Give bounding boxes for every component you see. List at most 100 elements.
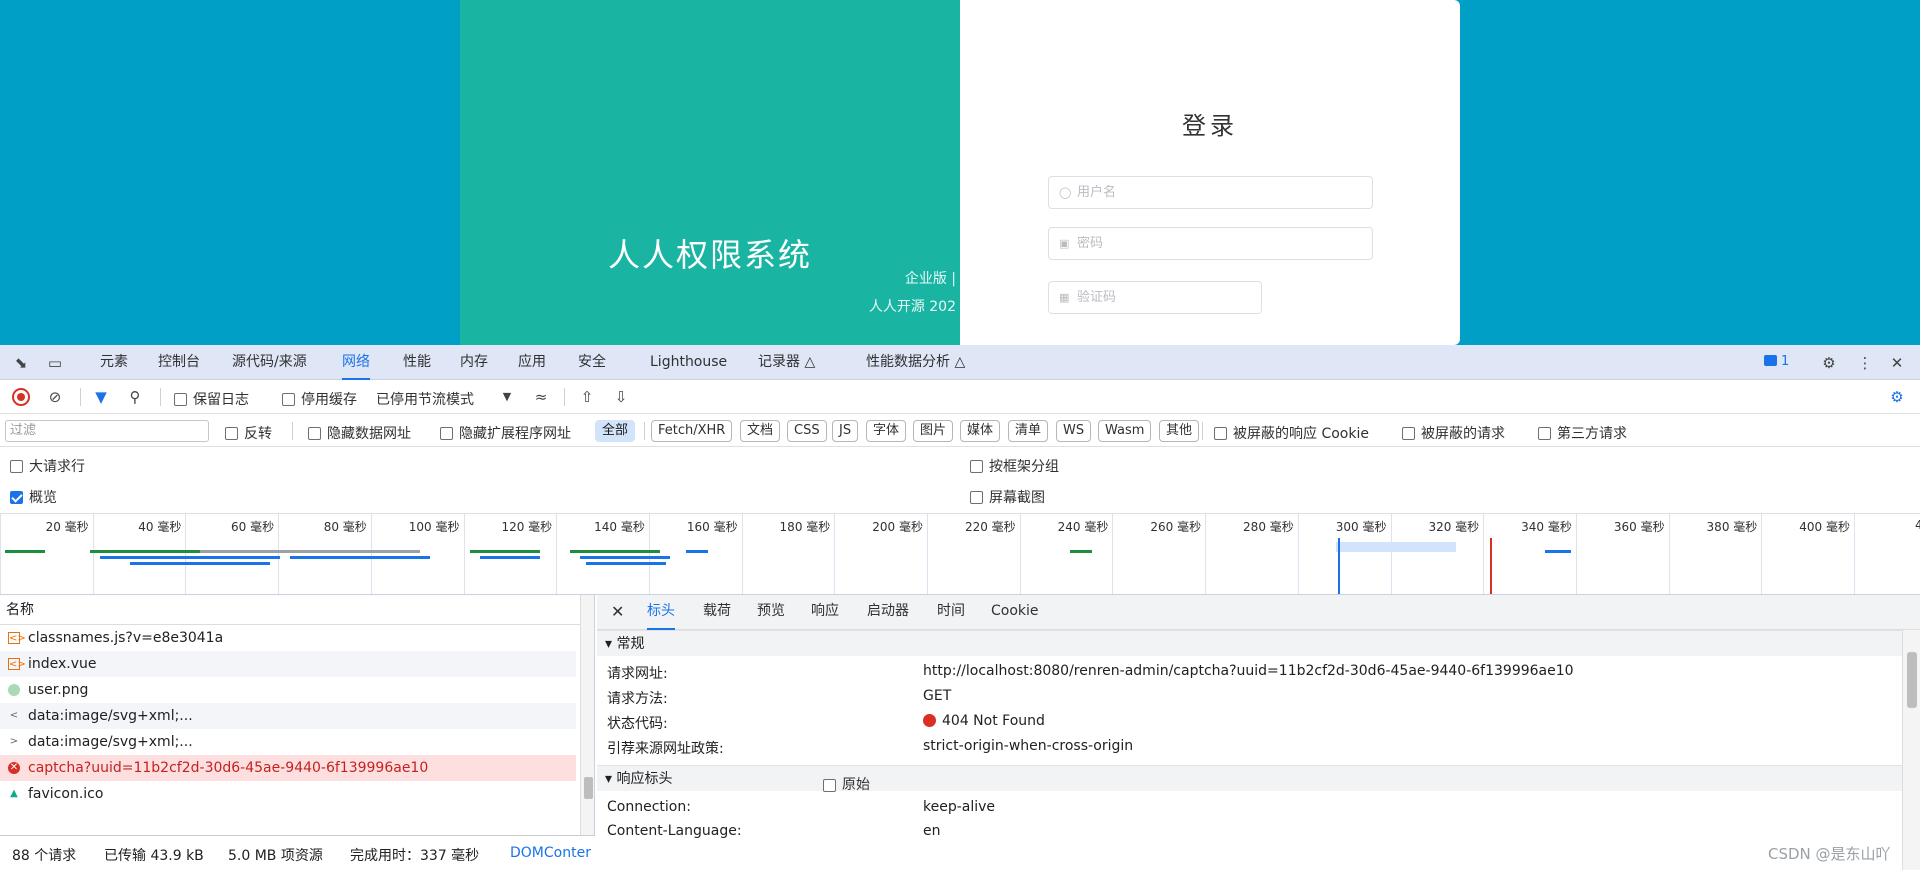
invert-checkbox[interactable]: 反转 xyxy=(225,423,272,443)
checkbox-box[interactable] xyxy=(225,426,238,440)
tab-memory[interactable]: 内存 xyxy=(460,345,488,380)
table-row[interactable]: <> index.vue xyxy=(0,651,576,677)
network-conditions-icon[interactable]: ≈ xyxy=(532,388,550,406)
password-input[interactable] xyxy=(1077,236,1317,251)
tab-initiator[interactable]: 启动器 xyxy=(867,595,909,630)
raw-headers-checkbox[interactable]: 原始 xyxy=(823,772,870,798)
tab-recorder[interactable]: 记录器 △ xyxy=(758,345,815,380)
checkbox-box[interactable] xyxy=(282,392,295,406)
timeline-bar xyxy=(570,550,660,553)
big-request-rows-checkbox[interactable]: 大请求行 xyxy=(10,456,85,476)
password-field[interactable]: ▣ xyxy=(1048,227,1373,260)
filter-chip-other[interactable]: 其他 xyxy=(1159,420,1200,442)
captcha-field[interactable]: ▦ xyxy=(1048,281,1262,314)
filter-chip-font[interactable]: 字体 xyxy=(866,420,907,442)
search-icon[interactable]: ⚲ xyxy=(126,388,144,406)
filter-chip-media[interactable]: 媒体 xyxy=(960,420,1001,442)
device-toolbar-icon[interactable]: ▭ xyxy=(46,354,64,372)
filter-chip-js[interactable]: JS xyxy=(832,420,859,442)
scrollbar-thumb[interactable] xyxy=(1907,652,1917,708)
checkbox-box[interactable] xyxy=(1538,426,1551,440)
header-value: en xyxy=(923,823,941,839)
timeline-tick-label: 340 毫秒 xyxy=(1521,520,1572,534)
clear-icon[interactable]: ⊘ xyxy=(46,388,64,406)
chevron-down-icon[interactable]: ▼ xyxy=(498,388,516,406)
tab-application[interactable]: 应用 xyxy=(518,345,546,380)
checkbox-box[interactable] xyxy=(823,778,836,792)
table-row[interactable]: <> classnames.js?v=e8e3041a xyxy=(0,625,576,651)
table-row[interactable]: user.png xyxy=(0,677,576,703)
column-header-name[interactable]: 名称 xyxy=(0,595,580,625)
import-har-icon[interactable]: ⇧ xyxy=(578,388,596,406)
table-row[interactable]: ✕ captcha?uuid=11b2cf2d-30d6-45ae-9440-6f… xyxy=(0,755,576,781)
tab-cookies[interactable]: Cookie xyxy=(991,595,1039,630)
throttling-select[interactable]: 已停用节流模式 xyxy=(376,389,474,409)
record-button[interactable] xyxy=(12,388,30,406)
screenshots-checkbox[interactable]: 屏幕截图 xyxy=(970,487,1045,507)
checkbox-box[interactable] xyxy=(308,426,321,440)
response-headers-section-header[interactable]: ▾ 响应标头 原始 xyxy=(597,765,1902,793)
export-har-icon[interactable]: ⇩ xyxy=(612,388,630,406)
disable-cache-checkbox[interactable]: 停用缓存 xyxy=(282,389,357,409)
list-scrollbar[interactable] xyxy=(580,595,594,835)
filter-chip-fetch-xhr[interactable]: Fetch/XHR xyxy=(651,420,733,442)
filter-chip-wasm[interactable]: Wasm xyxy=(1098,420,1152,442)
filter-icon[interactable]: ▼ xyxy=(92,388,110,406)
detail-scrollbar[interactable] xyxy=(1902,630,1920,870)
filter-chip-css[interactable]: CSS xyxy=(787,420,827,442)
preserve-log-checkbox[interactable]: 保留日志 xyxy=(174,389,249,409)
overview-checkbox[interactable]: 概览 xyxy=(10,487,57,507)
third-party-checkbox[interactable]: 第三方请求 xyxy=(1538,423,1627,443)
close-detail-icon[interactable]: ✕ xyxy=(611,595,624,630)
checkbox-box[interactable] xyxy=(1402,426,1415,440)
tab-headers[interactable]: 标头 xyxy=(647,595,675,630)
filter-chip-manifest[interactable]: 清单 xyxy=(1008,420,1049,442)
tab-network[interactable]: 网络 xyxy=(342,345,370,380)
captcha-input[interactable] xyxy=(1077,290,1237,305)
table-row[interactable]: ▲ favicon.ico xyxy=(0,781,576,807)
tab-response[interactable]: 响应 xyxy=(811,595,839,630)
tab-sources[interactable]: 源代码/来源 xyxy=(232,345,307,380)
checkbox-box[interactable] xyxy=(10,490,23,504)
overview-timeline[interactable]: 42 400 毫秒 380 毫秒 360 毫秒 340 毫秒 320 毫秒 300 毫秒 28… xyxy=(0,513,1920,595)
tab-timing[interactable]: 时间 xyxy=(937,595,965,630)
hide-extension-urls-checkbox[interactable]: 隐藏扩展程序网址 xyxy=(440,423,571,443)
checkbox-box[interactable] xyxy=(970,490,983,504)
tab-preview[interactable]: 预览 xyxy=(757,595,785,630)
tab-performance-insights[interactable]: 性能数据分析 △ xyxy=(866,345,965,380)
tab-payload[interactable]: 载荷 xyxy=(703,595,731,630)
tab-elements[interactable]: 元素 xyxy=(100,345,128,380)
more-options-icon[interactable]: ⋮ xyxy=(1856,354,1874,372)
messages-badge[interactable]: 1 xyxy=(1764,354,1789,369)
tab-performance[interactable]: 性能 xyxy=(403,345,431,380)
checkbox-box[interactable] xyxy=(440,426,453,440)
blocked-cookies-checkbox[interactable]: 被屏蔽的响应 Cookie xyxy=(1214,423,1369,443)
tab-console[interactable]: 控制台 xyxy=(158,345,200,380)
group-by-frame-checkbox[interactable]: 按框架分组 xyxy=(970,456,1059,476)
table-row[interactable]: > data:image/svg+xml;... xyxy=(0,729,576,755)
filter-chip-doc[interactable]: 文档 xyxy=(740,420,781,442)
table-row[interactable]: < data:image/svg+xml;... xyxy=(0,703,576,729)
checkbox-box[interactable] xyxy=(174,392,187,406)
scrollbar-thumb[interactable] xyxy=(584,777,593,799)
username-field[interactable]: ◯ xyxy=(1048,176,1373,209)
general-section-header[interactable]: ▾ 常规 xyxy=(597,630,1902,656)
checkbox-box[interactable] xyxy=(10,459,23,473)
blocked-requests-checkbox[interactable]: 被屏蔽的请求 xyxy=(1402,423,1505,443)
filter-chip-ws[interactable]: WS xyxy=(1056,420,1092,442)
tab-security[interactable]: 安全 xyxy=(578,345,606,380)
timeline-bar xyxy=(90,550,210,553)
filter-chip-all[interactable]: 全部 xyxy=(595,420,636,442)
settings-gear-icon[interactable]: ⚙ xyxy=(1820,354,1838,372)
timeline-tick-label: 80 毫秒 xyxy=(323,520,367,534)
network-settings-gear-icon[interactable]: ⚙ xyxy=(1888,388,1906,406)
checkbox-box[interactable] xyxy=(1214,426,1227,440)
hide-data-urls-checkbox[interactable]: 隐藏数据网址 xyxy=(308,423,411,443)
tab-lighthouse[interactable]: Lighthouse xyxy=(650,345,727,380)
checkbox-box[interactable] xyxy=(970,459,983,473)
inspect-icon[interactable]: ⬊ xyxy=(12,354,30,372)
close-devtools-icon[interactable]: ✕ xyxy=(1888,354,1906,372)
username-input[interactable] xyxy=(1077,185,1317,200)
filter-chip-img[interactable]: 图片 xyxy=(913,420,954,442)
filter-input[interactable]: 过滤 xyxy=(5,420,209,442)
